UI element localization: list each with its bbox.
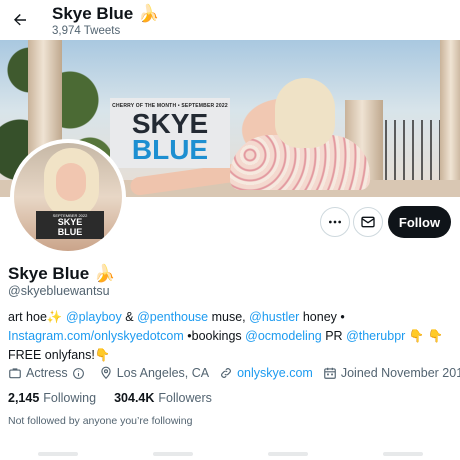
social-context: Not followed by anyone you’re following	[8, 415, 193, 427]
arrow-left-icon	[14, 14, 26, 26]
banner-pillar	[440, 40, 460, 197]
tab-cutoff[interactable]	[267, 452, 308, 456]
message-button[interactable]	[353, 207, 383, 237]
following-link[interactable]: 2,145 Following	[8, 391, 96, 405]
mention-hustler[interactable]: @hustler	[249, 310, 299, 324]
avatar-face	[56, 163, 86, 201]
mention-ocmodeling[interactable]: @ocmodeling	[245, 329, 322, 343]
website-link[interactable]: onlyskye.com	[237, 366, 313, 380]
banner-figure-hair	[275, 78, 335, 148]
tab-cutoff[interactable]	[382, 452, 423, 456]
header-name: Skye Blue 🍌	[52, 4, 160, 23]
tweet-count: 3,974 Tweets	[52, 25, 121, 37]
envelope-icon	[361, 216, 375, 228]
follow-stats: 2,145 Following 304.4K Followers	[8, 391, 230, 405]
sparkle-emoji: ✨	[46, 310, 63, 324]
website-item[interactable]: onlyskye.com	[219, 366, 313, 380]
location-item: Los Angeles, CA	[99, 366, 209, 380]
avatar-badge: SEPTEMBER 2022 SKYE BLUE	[36, 211, 104, 239]
profile-handle: @skyebluewantsu	[8, 284, 110, 298]
profile-name: Skye Blue 🍌	[8, 264, 116, 283]
tab-cutoff[interactable]	[37, 452, 78, 456]
mention-penthouse[interactable]: @penthouse	[137, 310, 208, 324]
back-button[interactable]	[8, 8, 32, 32]
profile-meta: Actress Los Angeles, CA onlyskye.com Joi…	[8, 366, 460, 380]
briefcase-icon	[9, 368, 21, 379]
banana-emoji: 🍌	[94, 264, 116, 283]
top-bar: Skye Blue 🍌 3,974 Tweets	[0, 0, 460, 40]
profile-bio: art hoe✨ @playboy & @penthouse muse, @hu…	[8, 310, 444, 362]
banana-emoji: 🍌	[138, 4, 160, 23]
info-icon[interactable]	[72, 367, 85, 380]
profile-tabs	[0, 452, 460, 460]
calendar-icon	[324, 367, 336, 379]
location-pin-icon	[101, 366, 111, 380]
joined-item: Joined November 2017	[323, 366, 460, 380]
link-icon	[221, 368, 231, 378]
more-icon	[329, 220, 341, 224]
followers-link[interactable]: 304.4K Followers	[114, 391, 212, 405]
follow-button[interactable]: Follow	[388, 206, 451, 238]
avatar[interactable]: SEPTEMBER 2022 SKYE BLUE	[10, 139, 126, 255]
more-button[interactable]	[320, 207, 350, 237]
link-instagram[interactable]: Instagram.com/onlyskyedotcom	[8, 329, 184, 343]
banner-logo: CHERRY OF THE MONTH • SEPTEMBER 2022 SKY…	[110, 98, 230, 168]
tab-cutoff[interactable]	[152, 452, 193, 456]
category-item: Actress	[8, 366, 89, 380]
mention-playboy[interactable]: @playboy	[66, 310, 122, 324]
mention-therubpr[interactable]: @therubpr	[346, 329, 405, 343]
